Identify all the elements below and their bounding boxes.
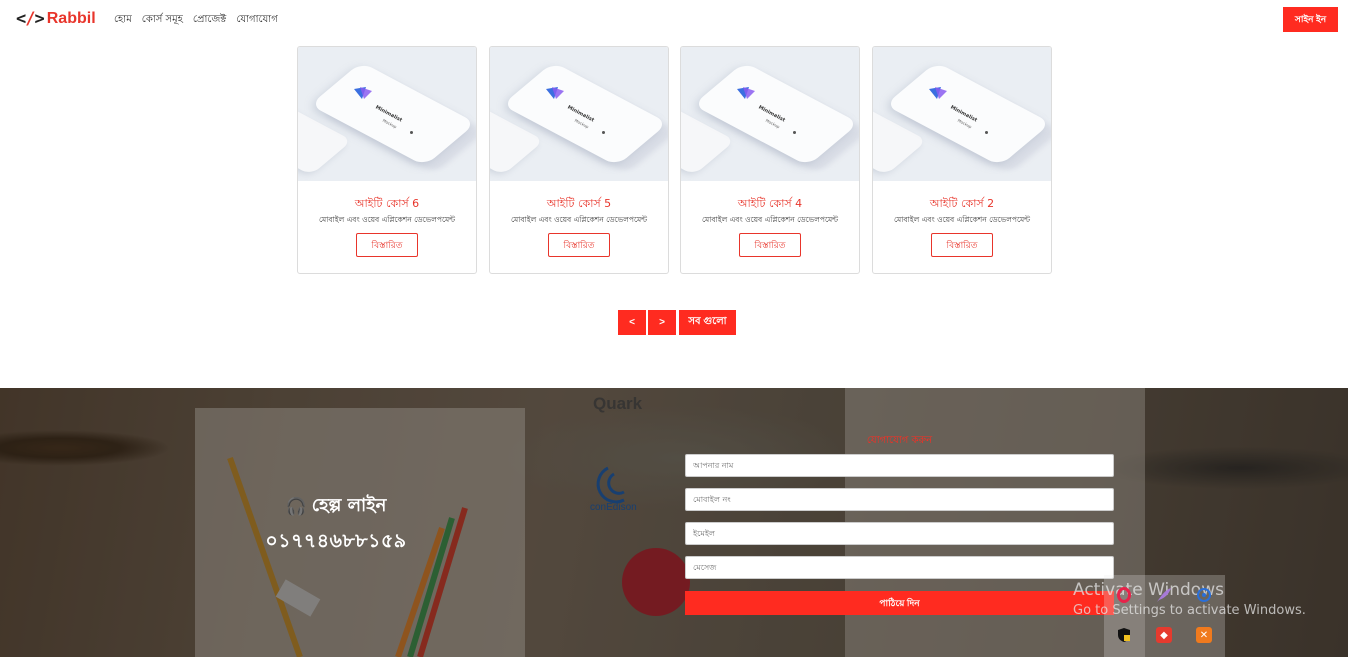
prev-button[interactable]: < [618,310,646,335]
footer-contact-section: Quark conEdison 🎧 হেল্প লাইন ০১৭৭৪৬৮৮১৫৯… [0,388,1348,657]
feather-icon[interactable] [1144,575,1184,615]
course-title: আইটি কোর্স 2 [929,197,995,210]
nav-link-courses[interactable]: কোর্স সমূহ [142,12,183,29]
course-card: Minimalist Mockup আইটি কোর্স 4 মোবাইল এব… [680,46,860,274]
message-input[interactable] [685,556,1114,579]
brand-name: Rabbil [46,10,96,27]
course-description: মোবাইল এবং ওয়েব এপ্লিকেশন ডেভেলপমেন্ট [510,215,648,224]
xampp-icon[interactable]: ✕ [1184,615,1224,655]
name-input[interactable] [685,454,1114,477]
app-logo-icon [546,87,564,99]
signin-button[interactable]: সাইন ইন [1283,7,1338,32]
details-button[interactable]: বিস্তারিত [739,233,801,257]
anydesk-icon[interactable]: ◆ [1144,615,1184,655]
course-title: আইটি কোর্স 5 [546,197,612,210]
nav-link-projects[interactable]: প্রোজেক্ট [193,12,226,29]
course-description: মোবাইল এবং ওয়েব এপ্লিকেশন ডেভেলপমেন্ট [701,215,839,224]
helpline-title: হেল্প লাইন [311,495,387,516]
details-button[interactable]: বিস্তারিত [356,233,418,257]
send-button[interactable]: পাঠিয়ে দিন [685,591,1114,615]
headset-icon: 🎧 [285,496,307,517]
course-title: আইটি কোর্স 6 [354,197,420,210]
course-card: Minimalist Mockup আইটি কোর্স 2 মোবাইল এব… [872,46,1052,274]
shield-icon[interactable] [1104,615,1144,655]
course-description: মোবাইল এবং ওয়েব এপ্লিকেশন ডেভেলপমেন্ট [893,215,1031,224]
view-all-button[interactable]: সব গুলো [679,310,736,335]
nav-link-contact[interactable]: যোগাযোগ [236,12,277,29]
helpline: 🎧 হেল্প লাইন ০১৭৭৪৬৮৮১৫৯ [236,491,436,559]
course-title: আইটি কোর্স 4 [737,197,803,210]
nav-menu: হোম কোর্স সমূহ প্রোজেক্ট যোগাযোগ [114,12,278,29]
brand-logo[interactable]: </> Rabbil [16,8,96,30]
contact-title: যোগাযোগ করুন [866,435,933,446]
email-input[interactable] [685,522,1114,545]
course-thumbnail: Minimalist Mockup [490,47,668,181]
helpline-number: ০১৭৭৪৬৮৮১৫৯ [265,530,407,552]
details-button[interactable]: বিস্তারিত [548,233,610,257]
course-card: Minimalist Mockup আইটি কোর্স 5 মোবাইল এব… [489,46,669,274]
course-thumbnail: Minimalist Mockup [681,47,859,181]
course-thumbnail: Minimalist Mockup [873,47,1051,181]
app-logo-icon [929,87,947,99]
code-icon: </> [16,9,45,29]
course-card: Minimalist Mockup আইটি কোর্স 6 মোবাইল এব… [297,46,477,274]
course-description: মোবাইল এবং ওয়েব এপ্লিকেশন ডেভেলপমেন্ট [318,215,456,224]
system-tray-overflow: ◆ ✕ [1104,575,1225,657]
course-thumbnail: Minimalist Mockup [298,47,476,181]
mobile-input[interactable] [685,488,1114,511]
network-icon[interactable] [1184,575,1224,615]
app-logo-icon [354,87,372,99]
opera-icon[interactable] [1104,575,1144,615]
nav-link-home[interactable]: হোম [114,12,132,29]
next-button[interactable]: > [648,310,676,335]
details-button[interactable]: বিস্তারিত [931,233,993,257]
navbar: </> Rabbil হোম কোর্স সমূহ প্রোজেক্ট যোগা… [0,0,1348,40]
app-logo-icon [737,87,755,99]
